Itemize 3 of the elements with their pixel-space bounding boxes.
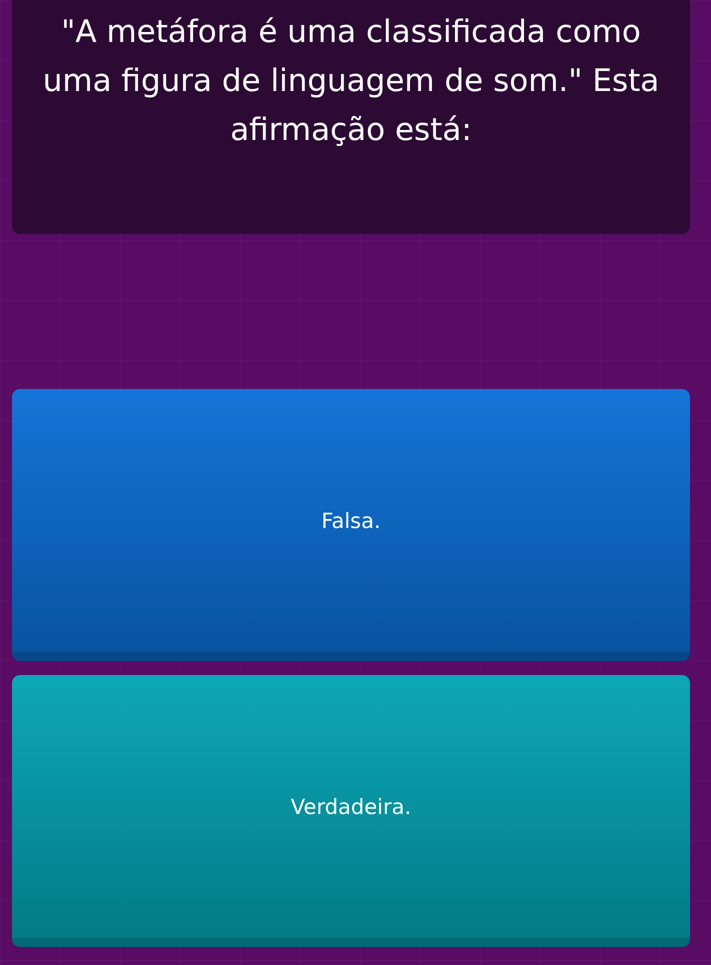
question-text: "A metáfora é uma classificada como uma figura de linguagem de som." Esta afirmação está: [42,13,660,150]
answer-button[interactable]: Falsa. [12,389,690,661]
answer-button[interactable]: Verdadeira. [12,675,690,947]
